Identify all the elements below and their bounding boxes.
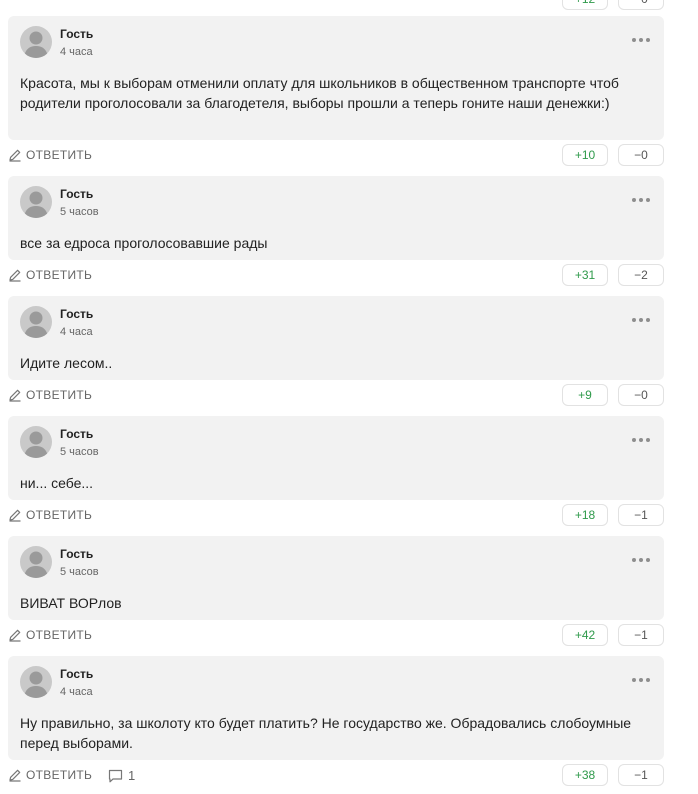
user-avatar-icon (20, 26, 52, 58)
comment: Гость 5 часов ВИВАТ ВОРлов ОТВЕТИТЬ +42 … (8, 536, 664, 648)
user-avatar-icon (20, 426, 52, 458)
comment-bubble: Гость 5 часов ни... себе... (8, 416, 664, 500)
comment-time: 5 часов (60, 566, 99, 578)
reply-label: ОТВЕТИТЬ (26, 388, 93, 402)
more-dots-icon[interactable] (632, 558, 650, 562)
reply-button[interactable]: ОТВЕТИТЬ (8, 388, 92, 402)
reply-label: ОТВЕТИТЬ (26, 268, 93, 282)
more-dots-icon[interactable] (632, 198, 650, 202)
comment-time: 4 часа (60, 326, 93, 338)
pencil-icon (9, 509, 21, 522)
reply-button[interactable]: ОТВЕТИТЬ (8, 628, 92, 642)
comment: Гость 5 часов все за едроса проголосовав… (8, 176, 664, 288)
upvote-button[interactable]: +9 (562, 384, 608, 406)
comment-bubble: Гость 5 часов все за едроса проголосовав… (8, 176, 664, 260)
comment: Гость 4 часа Красота, мы к выборам отмен… (8, 16, 664, 168)
downvote-button[interactable]: −0 (618, 384, 664, 406)
reply-button[interactable]: ОТВЕТИТЬ (8, 268, 92, 282)
comment-time: 4 часа (60, 46, 93, 58)
upvote-button[interactable]: +18 (562, 504, 608, 526)
upvote-button[interactable]: +42 (562, 624, 608, 646)
replies-count-button[interactable]: 1 (108, 768, 135, 783)
downvote-button[interactable]: −0 (618, 0, 664, 10)
comment-bubble: Гость 5 часов ВИВАТ ВОРлов (8, 536, 664, 620)
comment-author: Гость (60, 307, 94, 321)
downvote-button[interactable]: −2 (618, 264, 664, 286)
comment-author: Гость (60, 547, 94, 561)
reply-button[interactable]: ОТВЕТИТЬ (8, 148, 92, 162)
reply-label: ОТВЕТИТЬ (26, 148, 93, 162)
comment-text: Ну правильно, за школоту кто будет плати… (20, 715, 632, 751)
comment: Гость 5 часов ни... себе... ОТВЕТИТЬ +18… (8, 416, 664, 528)
comment-author: Гость (60, 667, 94, 681)
reply-label: ОТВЕТИТЬ (26, 508, 93, 522)
reply-button[interactable]: ОТВЕТИТЬ (8, 508, 92, 522)
downvote-button[interactable]: −0 (618, 144, 664, 166)
comment-text: все за едроса проголосовавшие рады (20, 235, 268, 251)
upvote-button[interactable]: +10 (562, 144, 608, 166)
previous-comment-actions: +12 −0 (0, 0, 698, 10)
user-avatar-icon (20, 306, 52, 338)
pencil-icon (9, 629, 21, 642)
comment-author: Гость (60, 27, 94, 41)
downvote-button[interactable]: −1 (618, 764, 664, 786)
more-dots-icon[interactable] (632, 38, 650, 42)
more-dots-icon[interactable] (632, 318, 650, 322)
pencil-icon (9, 389, 21, 402)
replies-count: 1 (128, 768, 136, 783)
reply-button[interactable]: ОТВЕТИТЬ (8, 768, 92, 782)
reply-label: ОТВЕТИТЬ (26, 768, 93, 782)
reply-label: ОТВЕТИТЬ (26, 628, 93, 642)
comment-author: Гость (60, 187, 94, 201)
comment-text: Красота, мы к выборам отменили оплату дл… (20, 75, 619, 111)
user-avatar-icon (20, 666, 52, 698)
user-avatar-icon (20, 186, 52, 218)
comment-time: 5 часов (60, 446, 99, 458)
comment-text: ВИВАТ ВОРлов (20, 595, 122, 611)
user-avatar-icon (20, 546, 52, 578)
comment: Гость 4 часа Ну правильно, за школоту кт… (8, 656, 664, 788)
more-dots-icon[interactable] (632, 678, 650, 682)
more-dots-icon[interactable] (632, 438, 650, 442)
upvote-button[interactable]: +31 (562, 264, 608, 286)
comment: Гость 4 часа Идите лесом.. ОТВЕТИТЬ +9 −… (8, 296, 664, 408)
comment-bubble: Гость 4 часа Ну правильно, за школоту кт… (8, 656, 664, 760)
comment-time: 4 часа (60, 686, 93, 698)
comment-text: ни... себе... (20, 475, 94, 491)
comment-time: 5 часов (60, 206, 99, 218)
upvote-button[interactable]: +38 (562, 764, 608, 786)
pencil-icon (9, 269, 21, 282)
upvote-button[interactable]: +12 (562, 0, 608, 10)
downvote-button[interactable]: −1 (618, 624, 664, 646)
comment-bubble: Гость 4 часа Красота, мы к выборам отмен… (8, 16, 664, 140)
comment-bubble-icon (108, 769, 123, 782)
comment-bubble: Гость 4 часа Идите лесом.. (8, 296, 664, 380)
comment-author: Гость (60, 427, 94, 441)
downvote-button[interactable]: −1 (618, 504, 664, 526)
comment-text: Идите лесом.. (20, 355, 113, 371)
pencil-icon (9, 769, 21, 782)
pencil-icon (9, 149, 21, 162)
